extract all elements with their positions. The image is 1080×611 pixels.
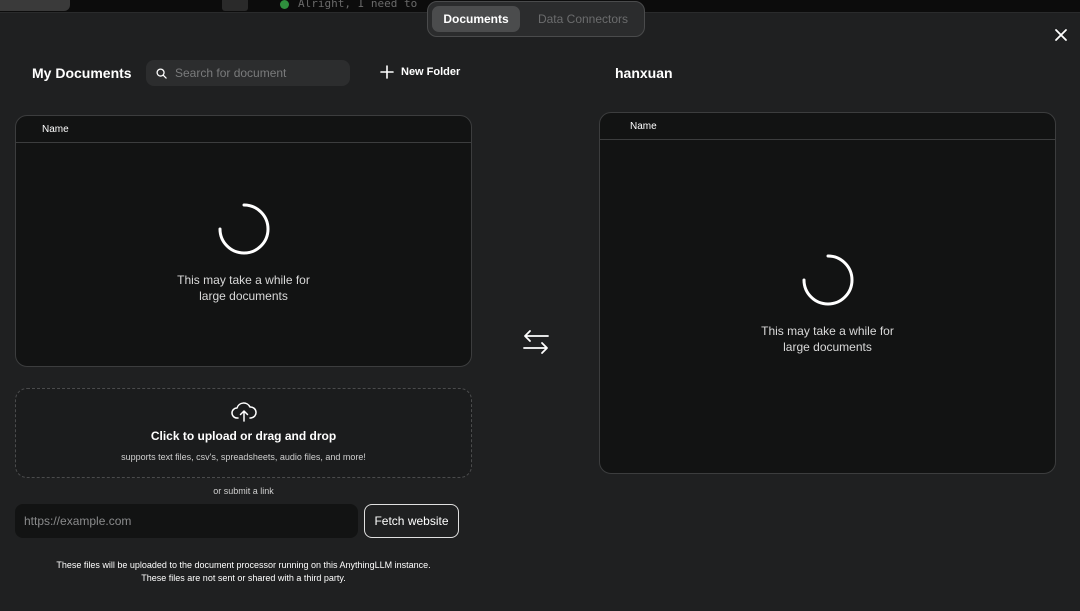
privacy-footnote: These files will be uploaded to the docu… — [0, 559, 487, 585]
loading-line-1: This may take a while for — [761, 324, 894, 338]
new-folder-button[interactable]: New Folder — [380, 65, 460, 79]
close-button[interactable] — [1053, 27, 1069, 43]
background-tab — [0, 0, 70, 11]
loading-message: This may take a while for large document… — [164, 272, 324, 304]
modal-tabs: Documents Data Connectors — [427, 1, 645, 37]
background-code-text: Alright, I need to — [298, 0, 418, 10]
upload-title: Click to upload or drag and drop — [150, 429, 337, 443]
workspace-loading-message: This may take a while for large document… — [748, 323, 908, 355]
footnote-line-2: These files are not sent or shared with … — [141, 573, 346, 583]
plus-icon — [380, 65, 394, 79]
background-badge — [222, 0, 248, 11]
search-field[interactable] — [146, 60, 350, 86]
my-documents-panel: Name This may take a while for large doc… — [15, 115, 472, 367]
or-submit-link-text: or submit a link — [213, 486, 274, 496]
upload-subtitle: supports text files, csv's, spreadsheets… — [121, 452, 366, 462]
workspace-loading-state: This may take a while for large document… — [600, 253, 1055, 355]
loading-line-2: large documents — [783, 340, 872, 354]
workspace-table-header-name: Name — [600, 113, 1055, 140]
loading-line-2: large documents — [199, 289, 288, 303]
search-icon — [156, 67, 167, 79]
tab-data-connectors[interactable]: Data Connectors — [528, 6, 638, 32]
loading-line-1: This may take a while for — [177, 273, 310, 287]
workspace-documents-panel: Name This may take a while for large doc… — [599, 112, 1056, 474]
spinner-icon — [802, 254, 853, 306]
cloud-upload-icon — [230, 402, 257, 422]
swap-button[interactable] — [521, 328, 551, 356]
close-icon — [1055, 29, 1067, 41]
upload-dropzone[interactable]: Click to upload or drag and drop support… — [15, 388, 472, 478]
new-folder-label: New Folder — [401, 66, 461, 78]
table-header-name: Name — [16, 116, 471, 143]
workspace-title: hanxuan — [615, 65, 673, 81]
status-dot — [280, 0, 289, 9]
spinner-icon — [218, 203, 269, 255]
my-documents-title: My Documents — [32, 65, 132, 81]
tab-documents[interactable]: Documents — [432, 6, 520, 32]
loading-state: This may take a while for large document… — [16, 202, 471, 304]
documents-modal: Documents Data Connectors My Documents N… — [0, 1, 1080, 611]
fetch-website-button[interactable]: Fetch website — [364, 504, 459, 538]
search-input[interactable] — [175, 66, 335, 80]
swap-arrows-icon — [523, 330, 549, 354]
footnote-line-1: These files will be uploaded to the docu… — [56, 560, 431, 570]
url-input[interactable] — [15, 504, 358, 538]
